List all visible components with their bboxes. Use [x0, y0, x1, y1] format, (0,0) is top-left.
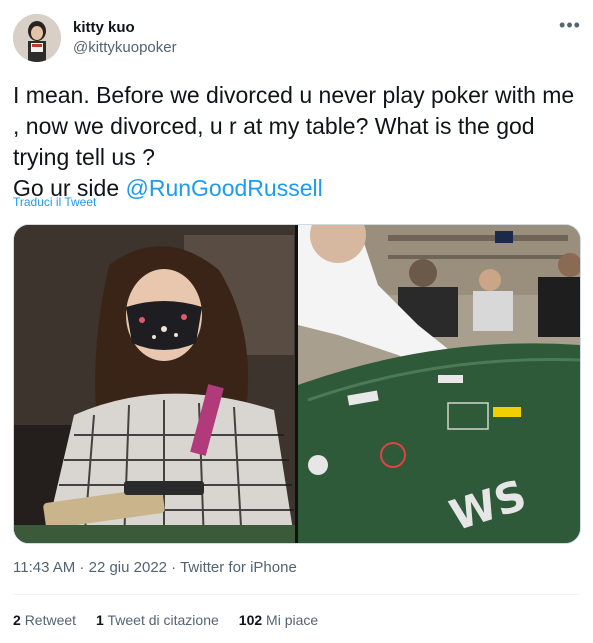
- quotes-count: 1: [96, 612, 104, 628]
- meta-separator: ·: [167, 559, 181, 576]
- tweet-time[interactable]: 11:43 AM: [13, 559, 75, 576]
- avatar-image: [13, 14, 61, 62]
- quotes-label: Tweet di citazione: [107, 612, 219, 628]
- tweet-media: WS: [13, 224, 581, 544]
- likes-count: 102: [238, 612, 263, 628]
- retweets-count: 2: [13, 612, 21, 628]
- divider: [13, 594, 580, 595]
- retweets-label: Retweet: [24, 612, 77, 628]
- author-handle[interactable]: @kittykuopoker: [73, 39, 177, 56]
- mention-link[interactable]: @RunGoodRussell: [126, 175, 323, 201]
- tweet-text: I mean. Before we divorced u never play …: [13, 80, 583, 204]
- tweet-line: trying tell us ?: [13, 144, 155, 170]
- retweets-stat[interactable]: 2 Retweet: [13, 612, 76, 628]
- tweet-date[interactable]: 22 giu 2022: [89, 559, 167, 576]
- photo-player-with-mask[interactable]: [14, 225, 295, 543]
- author-name[interactable]: kitty kuo: [73, 19, 135, 36]
- meta-separator: ·: [75, 559, 89, 576]
- tweet-line: Go ur side @RunGoodRussell: [13, 173, 583, 204]
- avatar[interactable]: [13, 14, 61, 62]
- photo-poker-table[interactable]: WS: [298, 225, 580, 543]
- photo-left-illustration: [14, 225, 295, 543]
- tweet-line: I mean. Before we divorced u never play …: [13, 82, 575, 108]
- tweet-stats: 2 Retweet 1 Tweet di citazione 102 Mi pi…: [13, 612, 318, 628]
- tweet-source[interactable]: Twitter for iPhone: [180, 559, 297, 576]
- more-options-icon[interactable]: •••: [559, 16, 581, 37]
- likes-stat[interactable]: 102 Mi piace: [239, 612, 318, 628]
- tweet-line: , now we divorced, u r at my table? What…: [13, 113, 535, 139]
- tweet-meta: 11:43 AM · 22 giu 2022 · Twitter for iPh…: [13, 559, 297, 576]
- photo-right-illustration: WS: [298, 225, 580, 543]
- quotes-stat[interactable]: 1 Tweet di citazione: [96, 612, 219, 628]
- likes-label: Mi piace: [266, 612, 319, 628]
- translate-tweet-link[interactable]: Traduci il Tweet: [13, 195, 96, 209]
